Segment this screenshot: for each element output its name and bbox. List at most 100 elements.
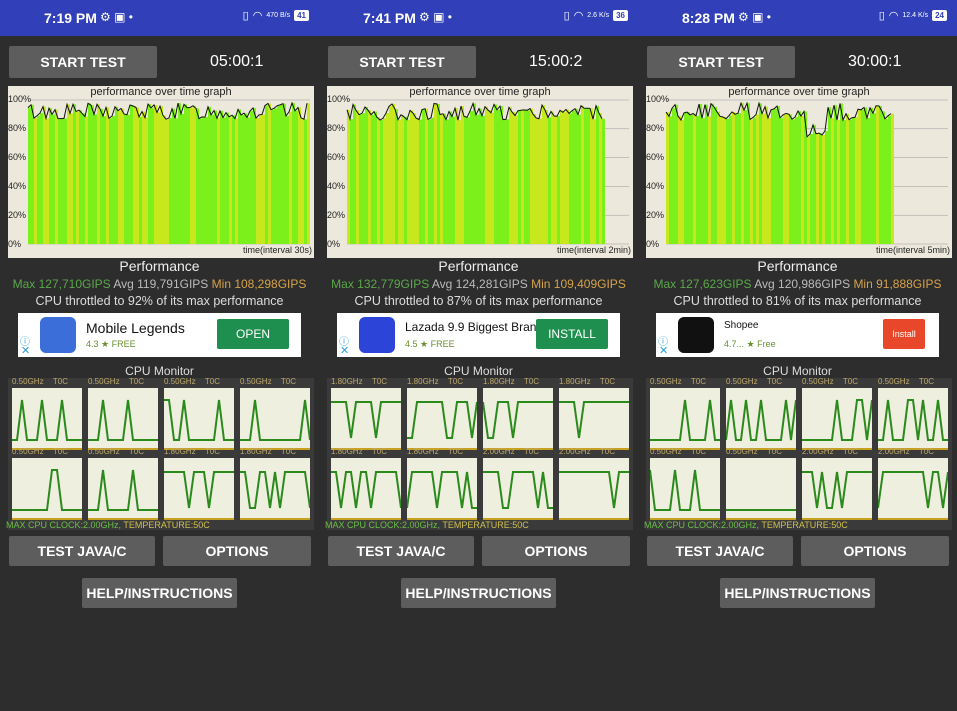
close-ad-icon[interactable]: ✕ bbox=[659, 344, 668, 357]
graph-bar bbox=[163, 115, 166, 244]
status-right: ▯ ◠ 470 B/s 41 bbox=[243, 9, 309, 22]
y-tick-label: 20% bbox=[646, 210, 665, 220]
core-temp: T0C bbox=[918, 377, 934, 386]
test-java-c-button[interactable]: TEST JAVA/C bbox=[328, 536, 474, 566]
ad-banner[interactable]: ⓘ ✕ Lazada 9.9 Biggest Brand Sale 4.5 ★ … bbox=[337, 313, 620, 357]
graph-bar bbox=[554, 115, 557, 244]
test-java-c-button[interactable]: TEST JAVA/C bbox=[647, 536, 793, 566]
graph-bar bbox=[518, 110, 521, 244]
help-instructions-button[interactable]: HELP/INSTRUCTIONS bbox=[82, 578, 237, 608]
graph-bar bbox=[112, 116, 115, 244]
ad-install-button[interactable]: Install bbox=[883, 319, 925, 349]
cpu-core-graph: 0.50GHz T0C bbox=[240, 377, 311, 450]
graph-bar bbox=[696, 115, 699, 244]
graph-bar bbox=[774, 108, 777, 244]
graph-bar bbox=[768, 118, 771, 244]
graph-bar bbox=[82, 113, 85, 244]
core-clock: 1.80GHz bbox=[483, 377, 515, 386]
ad-install-button[interactable]: INSTALL bbox=[536, 319, 608, 349]
graph-bar bbox=[720, 116, 723, 244]
ad-install-button[interactable]: OPEN bbox=[217, 319, 289, 349]
graph-bar bbox=[440, 114, 443, 244]
graph-bar bbox=[238, 109, 241, 244]
graph-bar bbox=[822, 134, 825, 244]
cpu-core-graph: 0.50GHz T0C bbox=[649, 447, 720, 520]
graph-bar bbox=[250, 110, 253, 244]
ad-banner[interactable]: ⓘ ✕ Mobile Legends 4.3 ★ FREE OPEN bbox=[18, 313, 301, 357]
graph-bar bbox=[115, 106, 118, 244]
start-test-button[interactable]: START TEST bbox=[9, 46, 157, 78]
graph-bar bbox=[151, 107, 154, 245]
help-instructions-button[interactable]: HELP/INSTRUCTIONS bbox=[720, 578, 875, 608]
graph-bar bbox=[356, 110, 359, 245]
start-test-button[interactable]: START TEST bbox=[328, 46, 476, 78]
help-instructions-button[interactable]: HELP/INSTRUCTIONS bbox=[401, 578, 556, 608]
graph-bar bbox=[777, 106, 780, 244]
graph-bar bbox=[590, 108, 593, 244]
performance-title: Performance bbox=[438, 258, 519, 274]
graph-bar bbox=[374, 111, 377, 244]
graph-bar bbox=[891, 113, 894, 244]
graph-bar bbox=[494, 104, 497, 244]
graph-bar bbox=[831, 118, 834, 244]
graph-bar bbox=[31, 104, 34, 245]
graph-bar bbox=[76, 111, 79, 244]
graph-bar bbox=[714, 106, 717, 244]
graph-bar bbox=[395, 109, 398, 244]
y-tick-label: 40% bbox=[8, 181, 27, 191]
graph-bar bbox=[301, 117, 304, 244]
cpu-core-graph: 1.80GHz T0C bbox=[331, 377, 401, 450]
status-right: ▯ ◠ 2.6 K/s 36 bbox=[564, 9, 628, 22]
graph-bar bbox=[256, 118, 259, 244]
graph-bar bbox=[109, 118, 112, 244]
graph-bar bbox=[283, 103, 286, 245]
y-tick-label: 100% bbox=[327, 94, 351, 104]
options-button[interactable]: OPTIONS bbox=[482, 536, 630, 566]
cpu-core-graph: 2.00GHz T0C bbox=[802, 447, 872, 520]
core-temp: T0C bbox=[52, 377, 68, 386]
cpu-core-graph: 0.50GHz T0C bbox=[88, 447, 158, 520]
y-tick-label: 80% bbox=[327, 123, 346, 133]
graph-bar bbox=[744, 110, 747, 244]
graph-bar bbox=[139, 116, 142, 244]
graph-bar bbox=[214, 110, 217, 244]
test-java-c-button[interactable]: TEST JAVA/C bbox=[9, 536, 155, 566]
core-trace bbox=[12, 399, 82, 441]
graph-bar bbox=[801, 116, 804, 244]
graph-bar bbox=[888, 115, 891, 244]
performance-stats: Max 132,779GIPS Avg 124,281GIPS Min 109,… bbox=[319, 277, 638, 291]
cpu-monitor: 1.80GHz T0C 1.80GHz T0C 1.80GHz T0C 1.80… bbox=[327, 377, 633, 530]
graph-bar bbox=[136, 107, 139, 244]
graph-bar bbox=[512, 111, 515, 244]
graph-bar bbox=[563, 112, 566, 244]
status-icons: ⚙ ▣ • bbox=[100, 10, 133, 24]
core-clock: 1.80GHz bbox=[240, 447, 272, 456]
y-tick-label: 80% bbox=[646, 123, 665, 133]
graph-bar bbox=[509, 107, 512, 244]
cpu-core-graph: 1.80GHz T0C bbox=[407, 377, 478, 450]
graph-bar bbox=[235, 118, 238, 244]
options-button[interactable]: OPTIONS bbox=[163, 536, 311, 566]
close-ad-icon[interactable]: ✕ bbox=[340, 344, 349, 357]
core-temp: T0C bbox=[766, 447, 782, 456]
graph-bar bbox=[729, 115, 732, 245]
start-test-button[interactable]: START TEST bbox=[647, 46, 795, 78]
core-clock: 0.50GHz bbox=[88, 447, 120, 456]
cpu-monitor: 0.50GHz T0C 0.50GHz T0C 0.50GHz T0C 0.50… bbox=[8, 377, 314, 530]
graph-bar bbox=[265, 105, 268, 244]
options-button[interactable]: OPTIONS bbox=[801, 536, 949, 566]
cpu-monitor: 0.50GHz T0C 0.50GHz T0C 0.50GHz T0C 0.50… bbox=[646, 377, 952, 530]
graph-bar bbox=[572, 110, 575, 244]
y-tick-label: 40% bbox=[327, 181, 346, 191]
core-trace bbox=[802, 471, 872, 509]
core-clock: 1.80GHz bbox=[407, 447, 439, 456]
graph-interval-label: time(interval 2min) bbox=[556, 245, 631, 255]
core-clock: 0.50GHz bbox=[164, 377, 196, 386]
close-ad-icon[interactable]: ✕ bbox=[21, 344, 30, 357]
core-clock: 0.50GHz bbox=[878, 377, 910, 386]
graph-bar bbox=[437, 103, 440, 244]
graph-bar bbox=[232, 115, 235, 244]
graph-bar bbox=[419, 119, 422, 244]
graph-bar bbox=[602, 118, 605, 244]
ad-banner[interactable]: ⓘ ✕ Shopee 4.7... ★ Free Install bbox=[656, 313, 939, 357]
